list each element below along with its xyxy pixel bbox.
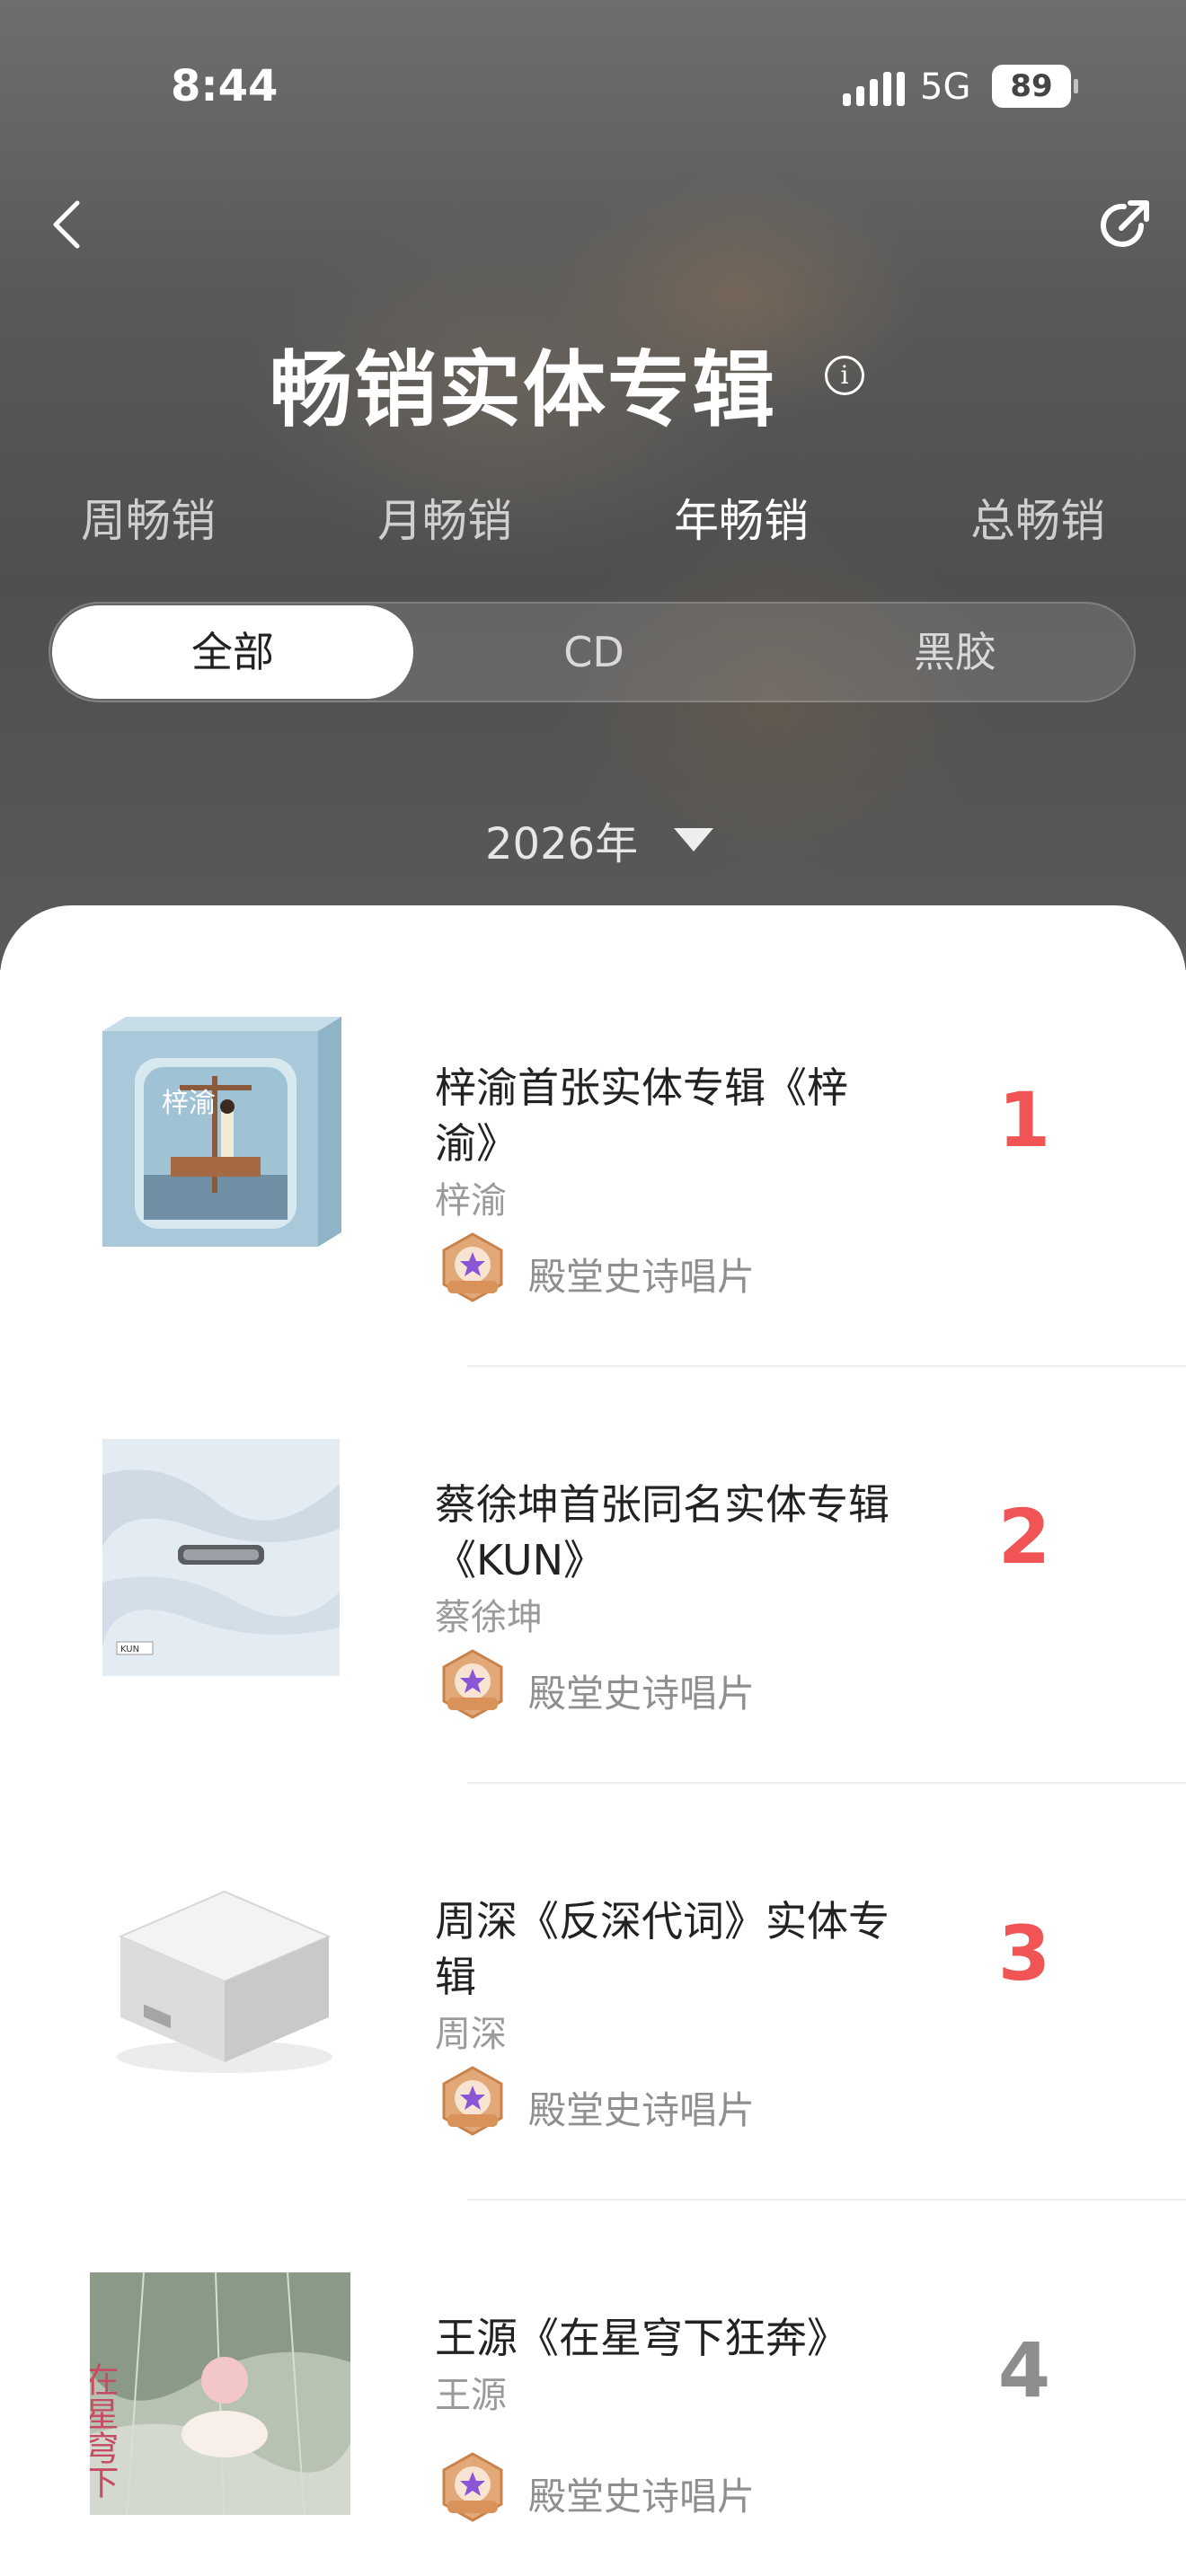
badge-label: 殿堂史诗唱片 bbox=[528, 2475, 756, 2519]
rank-number: 4 bbox=[997, 2326, 1051, 2414]
badge-label: 殿堂史诗唱片 bbox=[528, 1255, 756, 1299]
rank-number: 2 bbox=[997, 1493, 1051, 1581]
list-item[interactable]: 在星穹下 王源《在星穹下狂奔》 王源 殿堂史诗唱片 4 bbox=[0, 2201, 1186, 2576]
period-tabs: 周畅销 月畅销 年畅销 总畅销 bbox=[0, 485, 1186, 557]
rank-number: 1 bbox=[997, 1076, 1051, 1164]
album-cover bbox=[117, 1890, 332, 2073]
album-artist: 周深 bbox=[435, 2014, 507, 2055]
year-label: 2026年 bbox=[485, 819, 639, 869]
album-cover: KUN bbox=[102, 1439, 340, 1676]
page-header: 畅销实体专辑 i bbox=[0, 323, 1186, 438]
album-title: 王源《在星穹下狂奔》 bbox=[435, 2314, 848, 2362]
status-time: 8:44 bbox=[171, 61, 279, 111]
badge-label: 殿堂史诗唱片 bbox=[528, 2088, 756, 2132]
cover-text: KUN bbox=[120, 1645, 139, 1654]
year-selector[interactable]: 2026年 bbox=[485, 804, 714, 876]
list-item[interactable]: 梓渝 梓渝首张实体专辑《梓渝》 梓渝 殿堂史诗唱片 1 bbox=[0, 950, 1186, 1367]
tab-weekly[interactable]: 周畅销 bbox=[31, 485, 265, 550]
medal-icon bbox=[442, 1649, 503, 1719]
network-label: 5G bbox=[920, 66, 971, 108]
filter-cd[interactable]: CD bbox=[413, 604, 774, 701]
album-cover: 在星穹下 bbox=[90, 2272, 350, 2515]
filter-all[interactable]: 全部 bbox=[52, 605, 413, 699]
battery-icon: 89 bbox=[992, 65, 1078, 108]
page-title: 畅销实体专辑 bbox=[270, 342, 777, 438]
tab-monthly[interactable]: 月畅销 bbox=[328, 485, 562, 550]
album-artist: 梓渝 bbox=[435, 1180, 507, 1222]
status-bar: 8:44 5G 89 bbox=[0, 54, 1186, 126]
filter-vinyl[interactable]: 黑胶 bbox=[774, 604, 1136, 701]
tab-yearly[interactable]: 年畅销 bbox=[624, 485, 858, 550]
album-cover: 梓渝 bbox=[102, 1017, 341, 1247]
tab-all-time[interactable]: 总畅销 bbox=[921, 485, 1155, 550]
rank-number: 3 bbox=[997, 1910, 1051, 1998]
back-icon[interactable] bbox=[43, 198, 97, 251]
cover-text: 梓渝 bbox=[162, 1088, 216, 1119]
album-artist: 王源 bbox=[435, 2375, 507, 2416]
format-filter: 全部 CD 黑胶 bbox=[49, 602, 1136, 702]
album-artist: 蔡徐坤 bbox=[435, 1597, 543, 1638]
medal-icon bbox=[442, 2452, 503, 2522]
info-icon[interactable]: i bbox=[825, 356, 864, 395]
medal-icon bbox=[442, 2066, 503, 2136]
list-item[interactable]: 周深《反深代词》实体专辑 周深 殿堂史诗唱片 3 bbox=[0, 1784, 1186, 2201]
album-title: 周深《反深代词》实体专辑 bbox=[435, 1897, 890, 2001]
badge-label: 殿堂史诗唱片 bbox=[528, 1672, 756, 1716]
album-title: 梓渝首张实体专辑《梓渝》 bbox=[435, 1063, 848, 1168]
medal-icon bbox=[442, 1232, 503, 1302]
cover-text: 在星穹下 bbox=[90, 2362, 119, 2499]
dropdown-arrow-icon bbox=[674, 828, 714, 851]
list-item[interactable]: KUN 蔡徐坤首张同名实体专辑《KUN》 蔡徐坤 殿堂史诗唱片 2 bbox=[0, 1367, 1186, 1784]
album-list: 梓渝 梓渝首张实体专辑《梓渝》 梓渝 殿堂史诗唱片 1 KUN 蔡徐坤首张同名实… bbox=[0, 905, 1186, 2576]
album-title: 蔡徐坤首张同名实体专辑《KUN》 bbox=[435, 1480, 890, 1584]
share-icon[interactable] bbox=[1094, 196, 1154, 255]
signal-icon bbox=[843, 70, 905, 106]
